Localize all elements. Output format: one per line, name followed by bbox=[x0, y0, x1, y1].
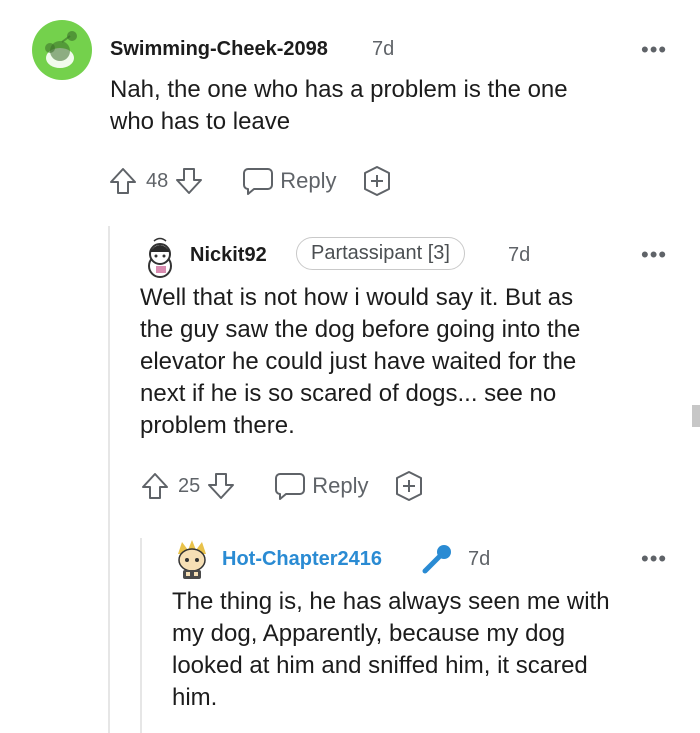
more-options-button[interactable]: ••• bbox=[641, 548, 667, 570]
upvote-icon[interactable] bbox=[140, 471, 170, 501]
avatar[interactable] bbox=[174, 540, 210, 580]
vote-score: 48 bbox=[146, 169, 169, 192]
user-flair: Partassipant [3] bbox=[296, 237, 465, 270]
avatar[interactable] bbox=[32, 20, 92, 80]
comment-actions: 25 Reply bbox=[140, 470, 425, 502]
comment-2: Nickit92 Partassipant [3] 7d ••• Well th… bbox=[110, 226, 700, 526]
downvote-icon[interactable] bbox=[174, 166, 204, 196]
comment-body: Nah, the one who has a problem is the on… bbox=[110, 76, 568, 135]
comment-3: Hot-Chapter2416 7d ••• The thing is, he … bbox=[142, 536, 700, 733]
username[interactable]: Swimming-Cheek-2098 bbox=[110, 38, 328, 61]
comment-age: 7d bbox=[468, 548, 491, 570]
reply-button[interactable]: Reply bbox=[280, 168, 336, 194]
comment-age: 7d bbox=[372, 38, 395, 60]
more-options-button[interactable]: ••• bbox=[641, 39, 667, 61]
comment-body: The thing is, he has always seen me with… bbox=[172, 588, 610, 711]
reply-icon[interactable] bbox=[274, 471, 306, 501]
avatar[interactable] bbox=[144, 236, 176, 278]
comment-body: Well that is not how i would say it. But… bbox=[140, 284, 581, 439]
comment-1: Swimming-Cheek-2098 7d ••• Nah, the one … bbox=[0, 0, 700, 210]
upvote-icon[interactable] bbox=[108, 166, 138, 196]
award-icon[interactable] bbox=[393, 470, 425, 502]
scrollbar[interactable] bbox=[692, 405, 700, 427]
award-icon[interactable] bbox=[361, 165, 393, 197]
downvote-icon[interactable] bbox=[206, 471, 236, 501]
vote-score: 25 bbox=[178, 474, 201, 497]
microphone-icon bbox=[420, 542, 454, 576]
reply-icon[interactable] bbox=[242, 166, 274, 196]
reply-button[interactable]: Reply bbox=[312, 473, 368, 499]
comment-actions: 48 Reply bbox=[108, 165, 393, 197]
username[interactable]: Nickit92 bbox=[190, 244, 267, 267]
more-options-button[interactable]: ••• bbox=[641, 244, 667, 266]
comment-age: 7d bbox=[508, 244, 531, 266]
username[interactable]: Hot-Chapter2416 bbox=[222, 548, 382, 571]
